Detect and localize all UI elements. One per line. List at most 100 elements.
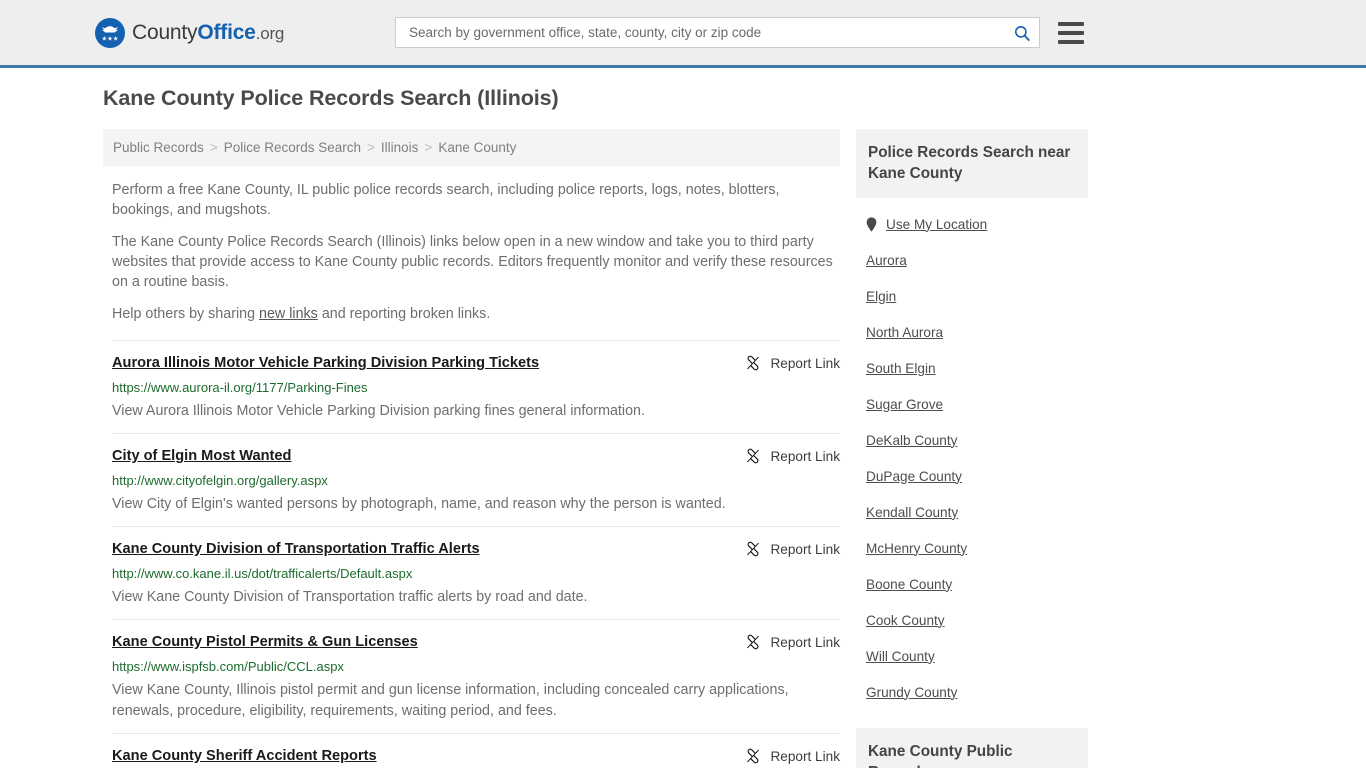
intro-p3-before: Help others by sharing (112, 306, 260, 322)
sidebar-item-mchenry-county[interactable]: McHenry County (866, 530, 1088, 566)
sidebar-link-label[interactable]: South Elgin (866, 361, 936, 376)
sidebar-link-label[interactable]: McHenry County (866, 541, 967, 556)
breadcrumb: Public Records > Police Records Search >… (103, 129, 840, 166)
listing-description: View City of Elgin's wanted persons by p… (112, 496, 726, 512)
listing-url: https://www.ispfsb.com/Public/CCL.aspx (112, 659, 344, 674)
report-link-button[interactable]: Report Link (745, 354, 840, 371)
sidebar-item-dupage-county[interactable]: DuPage County (866, 458, 1088, 494)
sidebar-item-sugar-grove[interactable]: Sugar Grove (866, 386, 1088, 422)
sidebar-link-label[interactable]: Will County (866, 649, 935, 664)
brand-part-office: Office (197, 20, 256, 44)
listing-title-link[interactable]: Kane County Division of Transportation T… (112, 540, 480, 559)
report-link-label: Report Link (770, 634, 840, 650)
report-link-button[interactable]: Report Link (745, 447, 840, 464)
menu-bar-2 (1058, 30, 1084, 35)
intro-text: Perform a free Kane County, IL public po… (103, 180, 840, 324)
sidebar-item-boone-county[interactable]: Boone County (866, 566, 1088, 602)
sidebar-item-kendall-county[interactable]: Kendall County (866, 494, 1088, 530)
breadcrumb-separator: > (209, 140, 218, 155)
breadcrumb-item-public-records[interactable]: Public Records (113, 140, 204, 155)
sidebar-item-use-my-location[interactable]: Use My Location (866, 206, 1088, 242)
menu-bar-3 (1058, 39, 1084, 44)
listing-title-link[interactable]: Kane County Sheriff Accident Reports (112, 747, 377, 766)
sidebar-link-label[interactable]: DeKalb County (866, 433, 957, 448)
listing-description: View Kane County Division of Transportat… (112, 589, 588, 605)
report-link-label: Report Link (770, 541, 840, 557)
sidebar-panel-heading: Kane County Public Records (856, 728, 1088, 768)
report-link-label: Report Link (770, 748, 840, 764)
listing-title-link[interactable]: Aurora Illinois Motor Vehicle Parking Di… (112, 354, 539, 373)
sidebar: Police Records Search near Kane County U… (856, 129, 1088, 768)
intro-p3-after: and reporting broken links. (317, 306, 491, 322)
listing-url: http://www.cityofelgin.org/gallery.aspx (112, 473, 328, 488)
search-icon[interactable] (1013, 24, 1031, 42)
listing-item: City of Elgin Most Wanted Report Link ht… (112, 433, 840, 526)
broken-link-icon (747, 541, 760, 557)
broken-link-icon (747, 355, 760, 371)
sidebar-link-label[interactable]: Kendall County (866, 505, 958, 520)
listing-url: http://www.co.kane.il.us/dot/trafficaler… (112, 566, 413, 581)
breadcrumb-item-kane-county[interactable]: Kane County (438, 140, 516, 155)
sidebar-link-label[interactable]: Sugar Grove (866, 397, 943, 412)
search-box[interactable] (395, 17, 1040, 48)
listing-title-link[interactable]: City of Elgin Most Wanted (112, 447, 291, 466)
sidebar-link-label[interactable]: Cook County (866, 613, 945, 628)
eagle-stars-emblem-icon (95, 17, 125, 48)
sidebar-link-label[interactable]: DuPage County (866, 469, 962, 484)
listing-item: Kane County Sheriff Accident Reports Rep… (112, 733, 840, 768)
page-container: Kane County Police Records Search (Illin… (95, 68, 1271, 768)
new-links-link[interactable]: new links (259, 306, 318, 322)
map-pin-icon (866, 216, 877, 232)
listing-title-link[interactable]: Kane County Pistol Permits & Gun License… (112, 633, 418, 652)
listing-item: Kane County Division of Transportation T… (112, 526, 840, 619)
sidebar-item-dekalb-county[interactable]: DeKalb County (866, 422, 1088, 458)
hamburger-menu-icon[interactable] (1058, 21, 1084, 44)
sidebar-link-label[interactable]: Aurora (866, 253, 907, 268)
sidebar-link-label[interactable]: Elgin (866, 289, 896, 304)
sidebar-item-north-aurora[interactable]: North Aurora (866, 314, 1088, 350)
sidebar-panel-public-records: Kane County Public Records (856, 728, 1088, 768)
main-content-column: Public Records > Police Records Search >… (103, 129, 840, 768)
intro-paragraph-1: Perform a free Kane County, IL public po… (112, 182, 780, 218)
report-link-label: Report Link (770, 355, 840, 371)
report-link-button[interactable]: Report Link (745, 633, 840, 650)
brand-text: CountyOffice.org (132, 21, 284, 45)
sidebar-link-label[interactable]: Grundy County (866, 685, 957, 700)
sidebar-link-label[interactable]: Use My Location (886, 217, 987, 232)
broken-link-icon (747, 634, 760, 650)
broken-link-icon (747, 748, 760, 764)
breadcrumb-item-police-records-search[interactable]: Police Records Search (224, 140, 361, 155)
site-logo[interactable]: CountyOffice.org (95, 17, 395, 48)
search-input[interactable] (407, 18, 1013, 47)
breadcrumb-separator: > (367, 140, 375, 155)
sidebar-item-will-county[interactable]: Will County (866, 638, 1088, 674)
sidebar-item-cook-county[interactable]: Cook County (866, 602, 1088, 638)
page-title: Kane County Police Records Search (Illin… (103, 86, 559, 110)
report-link-label: Report Link (770, 448, 840, 464)
sidebar-item-grundy-county[interactable]: Grundy County (866, 674, 1088, 710)
header-search-area (395, 17, 1084, 48)
listing-item: Aurora Illinois Motor Vehicle Parking Di… (112, 340, 840, 433)
listing-results: Aurora Illinois Motor Vehicle Parking Di… (103, 340, 840, 768)
sidebar-item-south-elgin[interactable]: South Elgin (866, 350, 1088, 386)
breadcrumb-separator: > (424, 140, 433, 155)
report-link-button[interactable]: Report Link (745, 747, 840, 764)
listing-description: View Aurora Illinois Motor Vehicle Parki… (112, 403, 645, 419)
report-link-button[interactable]: Report Link (745, 540, 840, 557)
sidebar-link-label[interactable]: Boone County (866, 577, 952, 592)
intro-paragraph-2: The Kane County Police Records Search (I… (112, 234, 833, 290)
intro-paragraph-3: Help others by sharing new links and rep… (112, 304, 840, 324)
brand-part-county: County (132, 20, 198, 44)
broken-link-icon (747, 448, 760, 464)
site-header: CountyOffice.org (0, 0, 1366, 68)
sidebar-item-elgin[interactable]: Elgin (866, 278, 1088, 314)
listing-description: View Kane County, Illinois pistol permit… (112, 682, 789, 719)
sidebar-item-aurora[interactable]: Aurora (866, 242, 1088, 278)
listing-url: https://www.aurora-il.org/1177/Parking-F… (112, 380, 368, 395)
sidebar-link-label[interactable]: North Aurora (866, 325, 943, 340)
menu-bar-1 (1058, 21, 1084, 26)
sidebar-link-list: Use My Location Aurora Elgin North Auror… (856, 198, 1088, 710)
breadcrumb-item-illinois[interactable]: Illinois (381, 140, 419, 155)
sidebar-panel-heading: Police Records Search near Kane County (856, 129, 1088, 198)
sidebar-panel-nearby: Police Records Search near Kane County U… (856, 129, 1088, 710)
